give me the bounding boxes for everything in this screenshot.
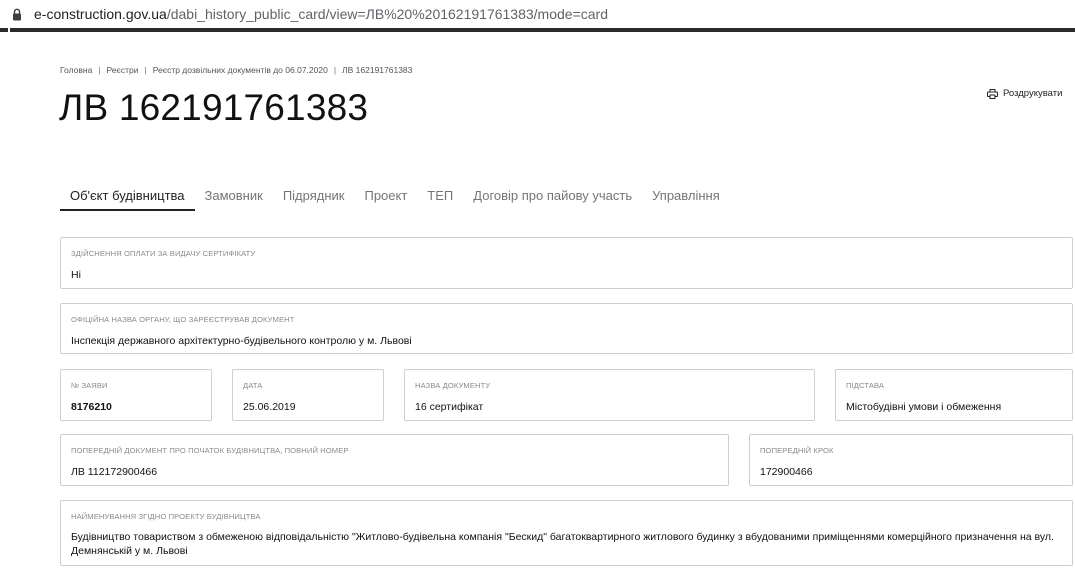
breadcrumb-current: ЛВ 162191761383 [342,65,413,75]
previous-step-field: Попередній крок 172900466 [749,434,1073,486]
field-value: Інспекція державного архітектурно-будіве… [71,335,412,347]
field-value: Будівництво товариством з обмеженою відп… [71,531,1054,557]
field-value: 8176210 [71,401,112,413]
url-path: /dabi_history_public_card/view=ЛВ%20%201… [166,6,608,22]
tab-tep[interactable]: ТЕП [417,182,463,211]
print-label: Роздрукувати [1003,88,1063,99]
tab-construction-object[interactable]: Об'єкт будівництва [60,182,195,211]
breadcrumb-separator: | [98,65,101,75]
page-content: Головна | Реєстри | Реєстр дозвільних до… [0,32,1075,573]
breadcrumb-separator: | [144,65,147,75]
application-number-field: № заяви 8176210 [60,369,212,421]
field-value: Ні [71,269,81,281]
tabs: Об'єкт будівництва Замовник Підрядник Пр… [60,182,730,211]
field-label: Попередній документ про початок будівниц… [71,446,349,455]
field-label: Підстава [846,381,885,390]
field-label: Найменування згідно проекту будівництва [71,512,261,521]
tab-contractor[interactable]: Підрядник [273,182,355,211]
tab-management[interactable]: Управління [642,182,730,211]
breadcrumb: Головна | Реєстри | Реєстр дозвільних до… [60,65,412,75]
breadcrumb-permit-registry[interactable]: Реєстр дозвільних документів до 06.07.20… [153,65,328,75]
browser-address-bar[interactable]: e-construction.gov.ua/dabi_history_publi… [0,0,1075,28]
document-name-field: Назва документу 16 сертифікат [404,369,815,421]
previous-document-field: Попередній документ про початок будівниц… [60,434,729,486]
project-name-field: Найменування згідно проекту будівництва … [60,500,1073,566]
field-label: № заяви [71,381,108,390]
basis-field: Підстава Містобудівні умови і обмеження [835,369,1073,421]
field-label: Офіційна назва органу, що зареєстрував д… [71,315,295,324]
breadcrumb-home[interactable]: Головна [60,65,92,75]
printer-icon [987,88,998,99]
field-value: ЛВ 112172900466 [71,466,158,478]
tab-share-agreement[interactable]: Договір про пайову участь [463,182,642,211]
tab-customer[interactable]: Замовник [195,182,273,211]
date-field: Дата 25.06.2019 [232,369,384,421]
payment-field: Здійснення оплати за видачу сертифікату … [60,237,1073,289]
url-host: e-construction.gov.ua [34,6,167,22]
url-text[interactable]: e-construction.gov.ua/dabi_history_publi… [34,6,608,22]
print-button[interactable]: Роздрукувати [987,88,1062,99]
field-label: Дата [243,381,263,390]
field-label: Здійснення оплати за видачу сертифікату [71,249,256,258]
field-value: 172900466 [760,466,813,478]
field-label: Назва документу [415,381,491,390]
field-value: 25.06.2019 [243,401,296,413]
breadcrumb-registries[interactable]: Реєстри [107,65,139,75]
authority-field: Офіційна назва органу, що зареєстрував д… [60,303,1073,354]
field-value: 16 сертифікат [415,401,484,413]
field-label: Попередній крок [760,446,834,455]
field-value: Містобудівні умови і обмеження [846,401,1002,413]
page-title: ЛВ 162191761383 [59,87,369,128]
lock-icon [12,8,22,21]
tab-project[interactable]: Проект [354,182,417,211]
breadcrumb-separator: | [333,65,337,75]
